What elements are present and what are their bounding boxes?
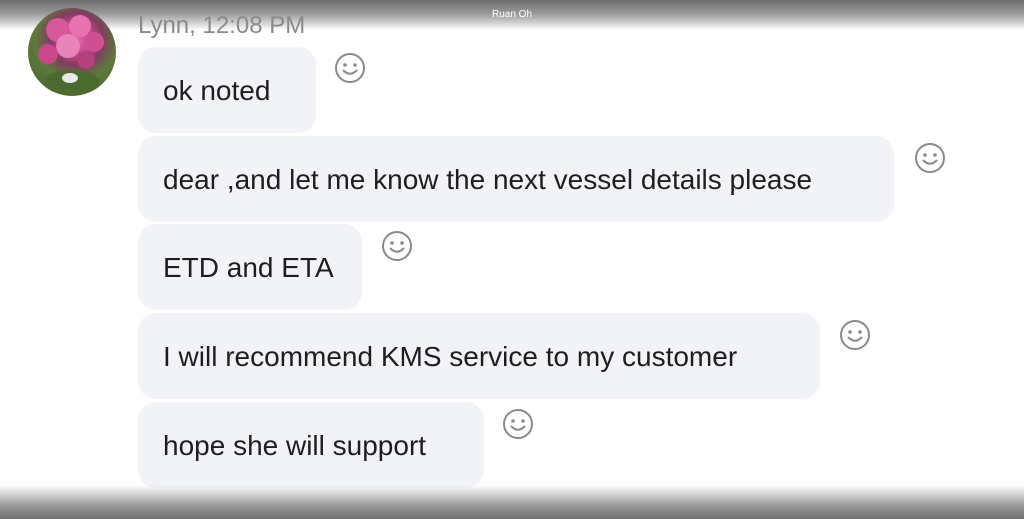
message-bubble[interactable]: ok noted (138, 47, 316, 133)
message-text: hope she will support (163, 430, 427, 461)
message-text: dear ,and let me know the next vessel de… (163, 164, 813, 195)
message-text: I will recommend KMS service to my custo… (163, 341, 738, 372)
smiley-icon[interactable] (839, 319, 871, 351)
smiley-icon[interactable] (502, 408, 534, 440)
message-text: ETD and ETA (163, 252, 334, 283)
smiley-icon[interactable] (334, 52, 366, 84)
sender-name-time: Lynn, 12:08 PM (138, 12, 306, 39)
message-text: ok noted (163, 75, 271, 106)
smiley-icon[interactable] (914, 142, 946, 174)
message-bubble[interactable]: ETD and ETA (138, 224, 362, 310)
bottom-shadow-bar (0, 485, 1024, 519)
message-bubble[interactable]: hope she will support (138, 402, 484, 488)
message-bubble[interactable]: dear ,and let me know the next vessel de… (138, 136, 894, 222)
avatar[interactable] (28, 8, 116, 96)
avatar-image (38, 15, 104, 94)
message-bubble[interactable]: I will recommend KMS service to my custo… (138, 313, 820, 399)
smiley-icon[interactable] (381, 230, 413, 262)
